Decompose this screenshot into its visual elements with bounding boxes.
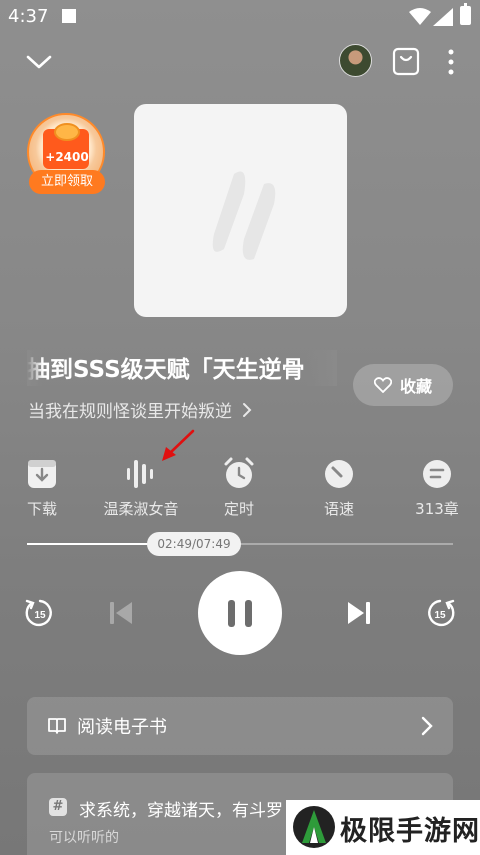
- favorite-label: 收藏: [399, 377, 432, 396]
- watermark-logo-icon: [293, 806, 335, 848]
- download-icon: [28, 460, 56, 488]
- signal-icon: [433, 8, 453, 26]
- shopping-bag-icon[interactable]: [392, 46, 420, 76]
- more-vertical-icon[interactable]: [440, 47, 462, 77]
- hashtag-icon: #: [49, 798, 67, 816]
- reward-points: +2400: [45, 150, 89, 164]
- cover-placeholder-icon: [212, 171, 276, 260]
- open-book-icon: [48, 718, 66, 734]
- recommendation-subtitle: 可以听听的: [49, 830, 119, 846]
- rewind-seconds: 15: [34, 610, 46, 621]
- forward-15-icon[interactable]: 15: [424, 597, 456, 629]
- notification-icon: [62, 9, 76, 23]
- alarm-clock-icon: [224, 457, 254, 488]
- timer-label: 定时: [223, 500, 254, 518]
- read-ebook-button[interactable]: 阅读电子书: [27, 697, 453, 755]
- avatar[interactable]: [339, 44, 372, 77]
- download-label: 下载: [26, 500, 57, 518]
- status-time: 4:37: [8, 6, 49, 27]
- favorite-button[interactable]: 收藏: [353, 364, 453, 406]
- watermark-text: 极限手游网: [340, 816, 480, 847]
- timer-button[interactable]: 定时: [194, 456, 284, 519]
- recommendation-title: 求系统，穿越诸天，有斗罗: [79, 801, 283, 821]
- voice-wave-icon: [127, 460, 153, 488]
- book-subtitle-text: 当我在规则怪谈里开始叛逆: [28, 402, 232, 422]
- chevron-right-icon: [243, 403, 252, 417]
- reward-badge[interactable]: +2400 立即领取: [27, 113, 107, 197]
- rewind-15-icon[interactable]: 15: [24, 597, 56, 629]
- book-title: 抽到SSS级天赋「天生逆骨: [27, 350, 337, 386]
- chevron-down-icon[interactable]: [24, 47, 54, 77]
- voice-label: 温柔淑女音: [103, 500, 179, 518]
- speed-button[interactable]: 语速: [294, 456, 384, 519]
- heart-icon: [373, 377, 392, 393]
- claim-button[interactable]: 立即领取: [29, 170, 105, 194]
- chevron-right-icon: [421, 716, 433, 736]
- voice-button[interactable]: 温柔淑女音: [96, 456, 186, 519]
- previous-chapter-icon[interactable]: [108, 600, 136, 626]
- watermark: 极限手游网: [286, 800, 480, 855]
- chapters-label: 313章: [415, 500, 459, 518]
- forward-seconds: 15: [434, 610, 446, 621]
- book-cover[interactable]: [134, 104, 347, 317]
- speed-gauge-icon: [325, 460, 353, 488]
- annotation-arrow-icon: [162, 429, 195, 461]
- wifi-icon: [409, 8, 431, 25]
- read-ebook-label: 阅读电子书: [77, 717, 167, 738]
- status-bar: 4:37: [0, 0, 480, 32]
- chapter-list-icon: [423, 460, 451, 488]
- progress-time[interactable]: 02:49/07:49: [147, 532, 241, 556]
- battery-icon: [460, 3, 471, 25]
- pause-bar-left: [228, 599, 235, 627]
- download-button[interactable]: 下载: [0, 456, 87, 519]
- chapters-button[interactable]: 313章: [392, 456, 480, 519]
- next-chapter-icon[interactable]: [344, 600, 372, 626]
- pause-button[interactable]: [198, 571, 282, 655]
- pause-bar-right: [245, 599, 252, 627]
- speed-label: 语速: [323, 500, 354, 518]
- book-subtitle[interactable]: 当我在规则怪谈里开始叛逆: [28, 397, 253, 422]
- coin-icon: [54, 123, 80, 141]
